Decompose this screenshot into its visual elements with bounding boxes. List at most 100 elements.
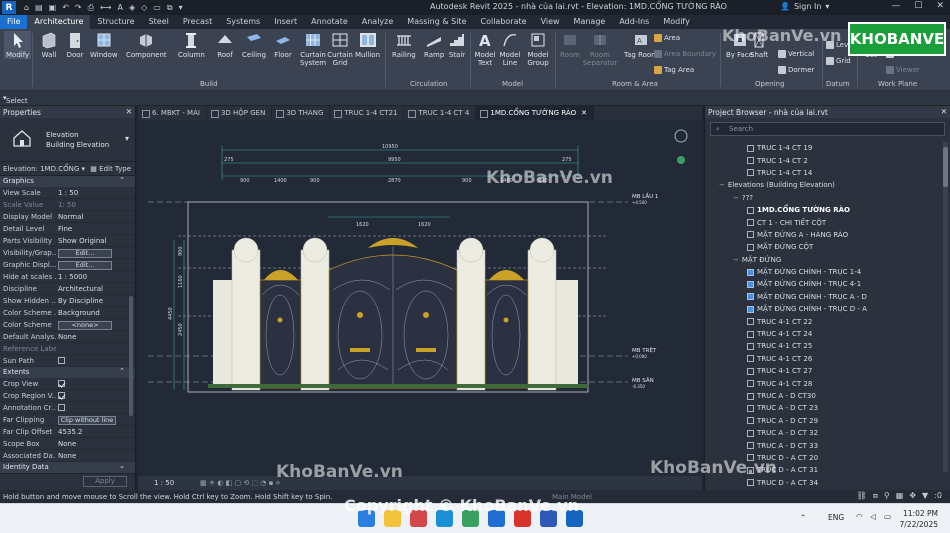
browser-item[interactable]: TRUC 4-1 CT 28 — [705, 377, 945, 389]
property-row[interactable]: Display Model Normal — [0, 211, 135, 223]
language-indicator[interactable]: ENG — [828, 513, 844, 522]
close-icon[interactable]: ✕ — [936, 1, 944, 11]
property-row[interactable]: Hide at scales ... 1 : 5000 — [0, 271, 135, 283]
property-row[interactable]: View Scale 1 : 50 — [0, 187, 135, 199]
close-hidden-icon[interactable]: ▭ — [153, 3, 161, 13]
tab-analyze[interactable]: Analyze — [355, 15, 401, 29]
save-icon[interactable]: ▣ — [49, 3, 57, 13]
grid-button[interactable]: Grid — [826, 57, 851, 65]
extent-checkbox[interactable] — [58, 380, 65, 387]
browser-item[interactable]: TRUC D - A CT 34 — [705, 477, 945, 489]
window-button[interactable]: Window — [90, 31, 118, 59]
browser-scrollbar[interactable] — [943, 142, 948, 472]
property-value[interactable]: 1 : 5000 — [56, 271, 135, 282]
stair-button[interactable]: Stair — [448, 31, 466, 59]
sun-path-checkbox[interactable] — [58, 357, 65, 364]
tab-file[interactable]: File — [0, 15, 28, 29]
browser-item[interactable]: MẶT ĐỨNG CHÍNH - TRỤC A - D — [705, 291, 945, 303]
door-button[interactable]: Door — [66, 31, 84, 59]
tab-structure[interactable]: Structure — [90, 15, 141, 29]
browser-item[interactable]: TRUC 4-1 CT 25 — [705, 340, 945, 352]
home-icon[interactable]: ⌂ — [24, 3, 29, 13]
property-row[interactable]: Color Scheme ... Background — [0, 307, 135, 319]
property-row[interactable]: Graphic Displ... Edit... — [0, 259, 135, 271]
browser-item[interactable]: TRUC 1-4 CT 2 — [705, 154, 945, 166]
curtain-grid-button[interactable]: Curtain Grid — [327, 31, 353, 67]
extent-row[interactable]: Crop View — [0, 378, 135, 390]
property-value[interactable]: Fine — [56, 223, 135, 234]
browser-item[interactable]: TRUC A - D CT 32 — [705, 427, 945, 439]
tab-view[interactable]: View — [534, 15, 567, 29]
close-icon[interactable]: ✕ — [126, 107, 132, 116]
redo-icon[interactable]: ↷ — [75, 3, 82, 13]
extent-checkbox[interactable] — [58, 392, 65, 399]
property-value[interactable]: Architectural — [56, 283, 135, 294]
tab-architecture[interactable]: Architecture — [27, 15, 91, 29]
browser-search-input[interactable]: ⌕ Search — [710, 122, 945, 136]
roof-button[interactable]: Roof — [216, 31, 234, 59]
measure-icon[interactable]: ⟷ — [100, 3, 111, 13]
view-tab-mbkt-mai[interactable]: 6. MBKT - MÁI — [138, 106, 207, 120]
browser-item[interactable]: 1MD.CỔNG TƯỜNG RÀO — [705, 204, 945, 216]
railing-button[interactable]: Railing — [392, 31, 416, 59]
room-button[interactable]: Room — [560, 31, 580, 59]
property-value[interactable]: 4535.2 — [56, 426, 135, 437]
edit-type-button[interactable]: ▦ Edit Type — [90, 165, 131, 173]
property-row[interactable]: Default Analys... None — [0, 331, 135, 343]
property-row[interactable]: Sun Path — [0, 355, 135, 367]
browser-item[interactable]: − MẶT ĐỨNG — [705, 254, 945, 266]
view-tab-truc-ct21[interactable]: TRUC 1-4 CT21 — [330, 106, 405, 120]
browser-item[interactable]: − Elevations (Building Elevation) — [705, 179, 945, 191]
view-scale[interactable]: 1 : 50 — [154, 479, 174, 487]
wifi-icon[interactable]: ◠ — [856, 512, 863, 521]
browser-item[interactable]: TRUC 1-4 CT 19 — [705, 142, 945, 154]
browser-item[interactable]: MẶT ĐỨNG CHÍNH - TRỤC 1-4 — [705, 266, 945, 278]
vertical-button[interactable]: Vertical — [778, 50, 814, 58]
area-button[interactable]: Area — [654, 34, 680, 42]
tag-room-button[interactable]: A Tag Room — [624, 31, 658, 59]
view-tab-truc-ct4[interactable]: TRUC 1-4 CT 4 — [404, 106, 477, 120]
property-edit-button[interactable]: Edit... — [58, 249, 112, 258]
area-boundary-button[interactable]: Area Boundary — [654, 50, 716, 58]
far-clipping-select[interactable]: Clip without line — [58, 416, 116, 425]
component-button[interactable]: Component — [126, 31, 167, 59]
property-row[interactable]: Discipline Architectural — [0, 283, 135, 295]
selection-filter-icons[interactable]: ⛓ ⧈ ⚲ ▦ ✥ ▼:0 — [857, 491, 942, 501]
extent-row[interactable]: Far Clipping Clip without line — [0, 414, 135, 426]
browser-item[interactable]: TRUC 4-1 CT 26 — [705, 353, 945, 365]
dormer-button[interactable]: Dormer — [778, 66, 814, 74]
view-tab-3d-hop-gen[interactable]: 3D HỘP GEN — [207, 106, 273, 120]
3d-icon[interactable]: ◈ — [129, 3, 135, 13]
extent-checkbox[interactable] — [58, 404, 65, 411]
browser-item[interactable]: TRUC A - D CT 33 — [705, 439, 945, 451]
property-row[interactable]: Reference Label — [0, 343, 135, 355]
chevron-down-icon[interactable]: ▾ — [125, 134, 129, 143]
section-extents[interactable]: Extents ⌃ — [0, 367, 135, 378]
section-identity-data[interactable]: Identity Data ⌄ — [0, 462, 135, 473]
apply-button[interactable]: Apply — [83, 476, 127, 487]
section-icon[interactable]: ◇ — [141, 3, 147, 13]
property-row[interactable]: Scale Value 1: 50 — [0, 199, 135, 211]
property-value[interactable]: 1 : 50 — [56, 187, 135, 198]
property-value[interactable]: None — [56, 331, 135, 342]
browser-item[interactable]: TRUC A - D CT 23 — [705, 402, 945, 414]
property-value[interactable]: Background — [56, 307, 135, 318]
view-tab-cong-tuong-rao[interactable]: 1MD.CỔNG TƯỜNG RÀO ✕ — [476, 106, 594, 120]
property-edit-button[interactable]: <none> — [58, 321, 112, 330]
text-icon[interactable]: A — [117, 3, 122, 13]
floor-button[interactable]: Floor — [274, 31, 292, 59]
browser-item[interactable]: MẶT ĐỨNG CHÍNH - TRỤC 4-1 — [705, 278, 945, 290]
properties-scrollbar[interactable] — [129, 296, 133, 416]
collapse-icon[interactable]: − — [719, 181, 725, 189]
chevron-down-icon[interactable]: ▾ — [179, 3, 183, 13]
browser-item[interactable]: TRUC 4-1 CT 22 — [705, 315, 945, 327]
browser-item[interactable]: TRUC A - D CT30 — [705, 390, 945, 402]
property-value[interactable]: By Discipline — [56, 295, 135, 306]
property-value[interactable]: Normal — [56, 211, 135, 222]
switch-windows-icon[interactable]: ⧉ — [167, 3, 173, 13]
collapse-icon[interactable]: − — [733, 256, 739, 264]
browser-item[interactable]: MẶT ĐỨNG CỘT — [705, 241, 945, 253]
property-row[interactable]: Color Scheme <none> — [0, 319, 135, 331]
browser-item[interactable]: TRUC 4-1 CT 24 — [705, 328, 945, 340]
browser-item[interactable]: −??? — [705, 192, 945, 204]
